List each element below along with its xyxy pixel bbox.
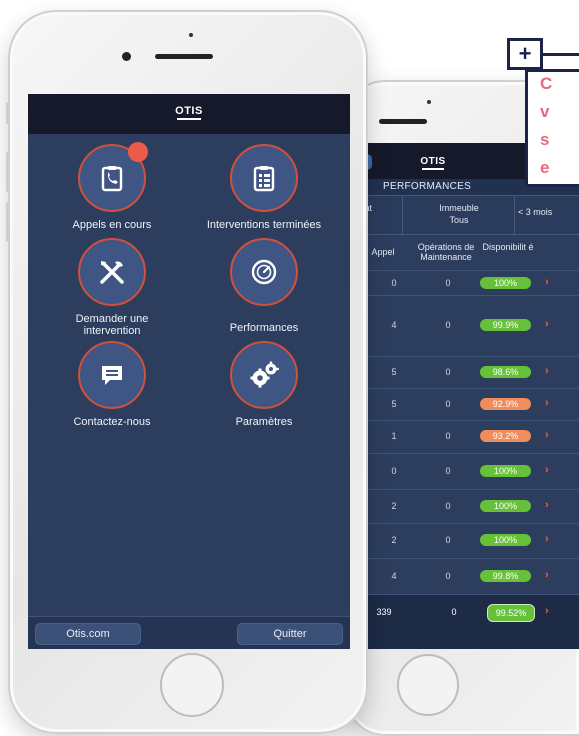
maintenance-value: 0 <box>445 501 451 511</box>
menu-parametres[interactable]: Paramètres <box>199 341 329 428</box>
table-row[interactable]: 0 0 100% › <box>356 270 579 296</box>
table-row[interactable]: 5 0 92.9% › <box>356 388 579 421</box>
chevron-right-icon[interactable]: › <box>545 605 549 617</box>
performances-screen: OTIS PERFORMANCES tats ImmeubleTous < 3 … <box>356 143 579 649</box>
menu-appels-en-cours[interactable]: Appels en cours <box>62 142 162 231</box>
table-row[interactable]: 5 0 98.6% › <box>356 356 579 389</box>
appel-value: 1 <box>391 431 397 441</box>
chevron-right-icon[interactable]: › <box>545 569 549 581</box>
home-button[interactable] <box>397 654 459 716</box>
menu-interventions-terminees[interactable]: Interventions terminées <box>199 144 329 231</box>
table-row[interactable]: 2 0 100% › <box>356 523 579 558</box>
total-maintenance: 0 <box>451 607 457 617</box>
maintenance-value: 0 <box>445 278 451 288</box>
volume-down-button <box>6 202 9 242</box>
chat-bubble-icon <box>78 341 146 409</box>
gears-icon <box>230 341 298 409</box>
total-appel: 339 <box>376 607 392 617</box>
otis-logo: OTIS <box>418 156 448 170</box>
chevron-right-icon[interactable]: › <box>545 464 549 476</box>
phone-clipboard-icon <box>78 142 148 212</box>
availability-badge: 99.8% <box>480 570 531 582</box>
home-button[interactable] <box>160 653 224 717</box>
column-appel: Appel <box>371 247 395 257</box>
chevron-right-icon[interactable]: › <box>545 533 549 545</box>
maintenance-value: 0 <box>445 571 451 581</box>
appel-value: 4 <box>391 571 397 581</box>
table-header: Appel Opérations de Maintenance Disponib… <box>356 234 579 270</box>
appel-value: 0 <box>391 466 397 476</box>
menu-contactez-nous[interactable]: Contactez-nous <box>62 341 162 428</box>
menu-demander-intervention[interactable]: Demander une intervention <box>62 238 162 337</box>
tools-icon <box>78 238 146 306</box>
appel-value: 2 <box>391 535 397 545</box>
app-header: OTIS <box>28 94 350 134</box>
notification-badge <box>128 142 148 162</box>
availability-badge: 99.9% <box>480 319 531 331</box>
column-maintenance: Opérations de Maintenance <box>417 242 475 262</box>
phone-sensor <box>427 100 431 104</box>
column-availability: Disponibilit é <box>482 242 534 252</box>
volume-up-button <box>6 152 9 192</box>
chevron-right-icon[interactable]: › <box>545 429 549 441</box>
appel-value: 4 <box>391 320 397 330</box>
gauge-icon <box>230 238 298 306</box>
availability-badge: 100% <box>480 534 531 546</box>
table-row[interactable]: 4 0 99.8% › <box>356 558 579 595</box>
availability-badge: 98.6% <box>480 366 531 378</box>
period-filter[interactable]: < 3 mois <box>518 207 552 217</box>
availability-badge: 100% <box>480 277 531 289</box>
earpiece-speaker <box>379 119 427 124</box>
otis-com-button[interactable]: Otis.com <box>35 623 141 645</box>
callout-connector <box>543 53 579 56</box>
filter-bar: tats ImmeubleTous < 3 mois <box>356 195 579 235</box>
maintenance-value: 0 <box>445 466 451 476</box>
checklist-icon <box>230 144 298 212</box>
availability-badge: 100% <box>480 500 531 512</box>
chevron-right-icon[interactable]: › <box>545 276 549 288</box>
chevron-right-icon[interactable]: › <box>545 365 549 377</box>
building-filter[interactable]: Immeuble Tous <box>424 202 494 226</box>
chevron-right-icon[interactable]: › <box>545 499 549 511</box>
appel-value: 2 <box>391 501 397 511</box>
maintenance-value: 0 <box>445 320 451 330</box>
table-row[interactable]: 4 0 99.9% › <box>356 295 579 356</box>
availability-badge: 92.9% <box>480 398 531 410</box>
chevron-right-icon[interactable]: › <box>545 397 549 409</box>
phone-sensor <box>189 33 193 37</box>
main-menu-screen: OTIS Appels en cours Interventions termi… <box>28 94 350 649</box>
footer-bar: Otis.com Quitter <box>28 616 350 649</box>
appel-value: 0 <box>391 278 397 288</box>
mute-switch <box>6 102 9 124</box>
availability-badge: 100% <box>480 465 531 477</box>
availability-badge: 93.2% <box>480 430 531 442</box>
appel-value: 5 <box>391 399 397 409</box>
callout-box: C v s e <box>525 69 579 187</box>
maintenance-value: 0 <box>445 431 451 441</box>
maintenance-value: 0 <box>445 535 451 545</box>
maintenance-value: 0 <box>445 367 451 377</box>
chevron-right-icon[interactable]: › <box>545 318 549 330</box>
table-row[interactable]: 1 0 93.2% › <box>356 420 579 453</box>
table-row[interactable]: 0 0 100% › <box>356 453 579 489</box>
total-availability-badge: 99.52% <box>487 604 535 622</box>
table-total-row: 339 0 99.52% › <box>356 594 579 649</box>
earpiece-speaker <box>155 54 213 59</box>
quit-button[interactable]: Quitter <box>237 623 343 645</box>
appel-value: 5 <box>391 367 397 377</box>
menu-performances[interactable]: Performances <box>199 238 329 334</box>
front-camera <box>122 52 131 61</box>
table-row[interactable]: 2 0 100% › <box>356 489 579 524</box>
maintenance-value: 0 <box>445 399 451 409</box>
otis-logo: OTIS <box>173 105 205 120</box>
zoom-plus-icon[interactable]: + <box>507 38 543 70</box>
